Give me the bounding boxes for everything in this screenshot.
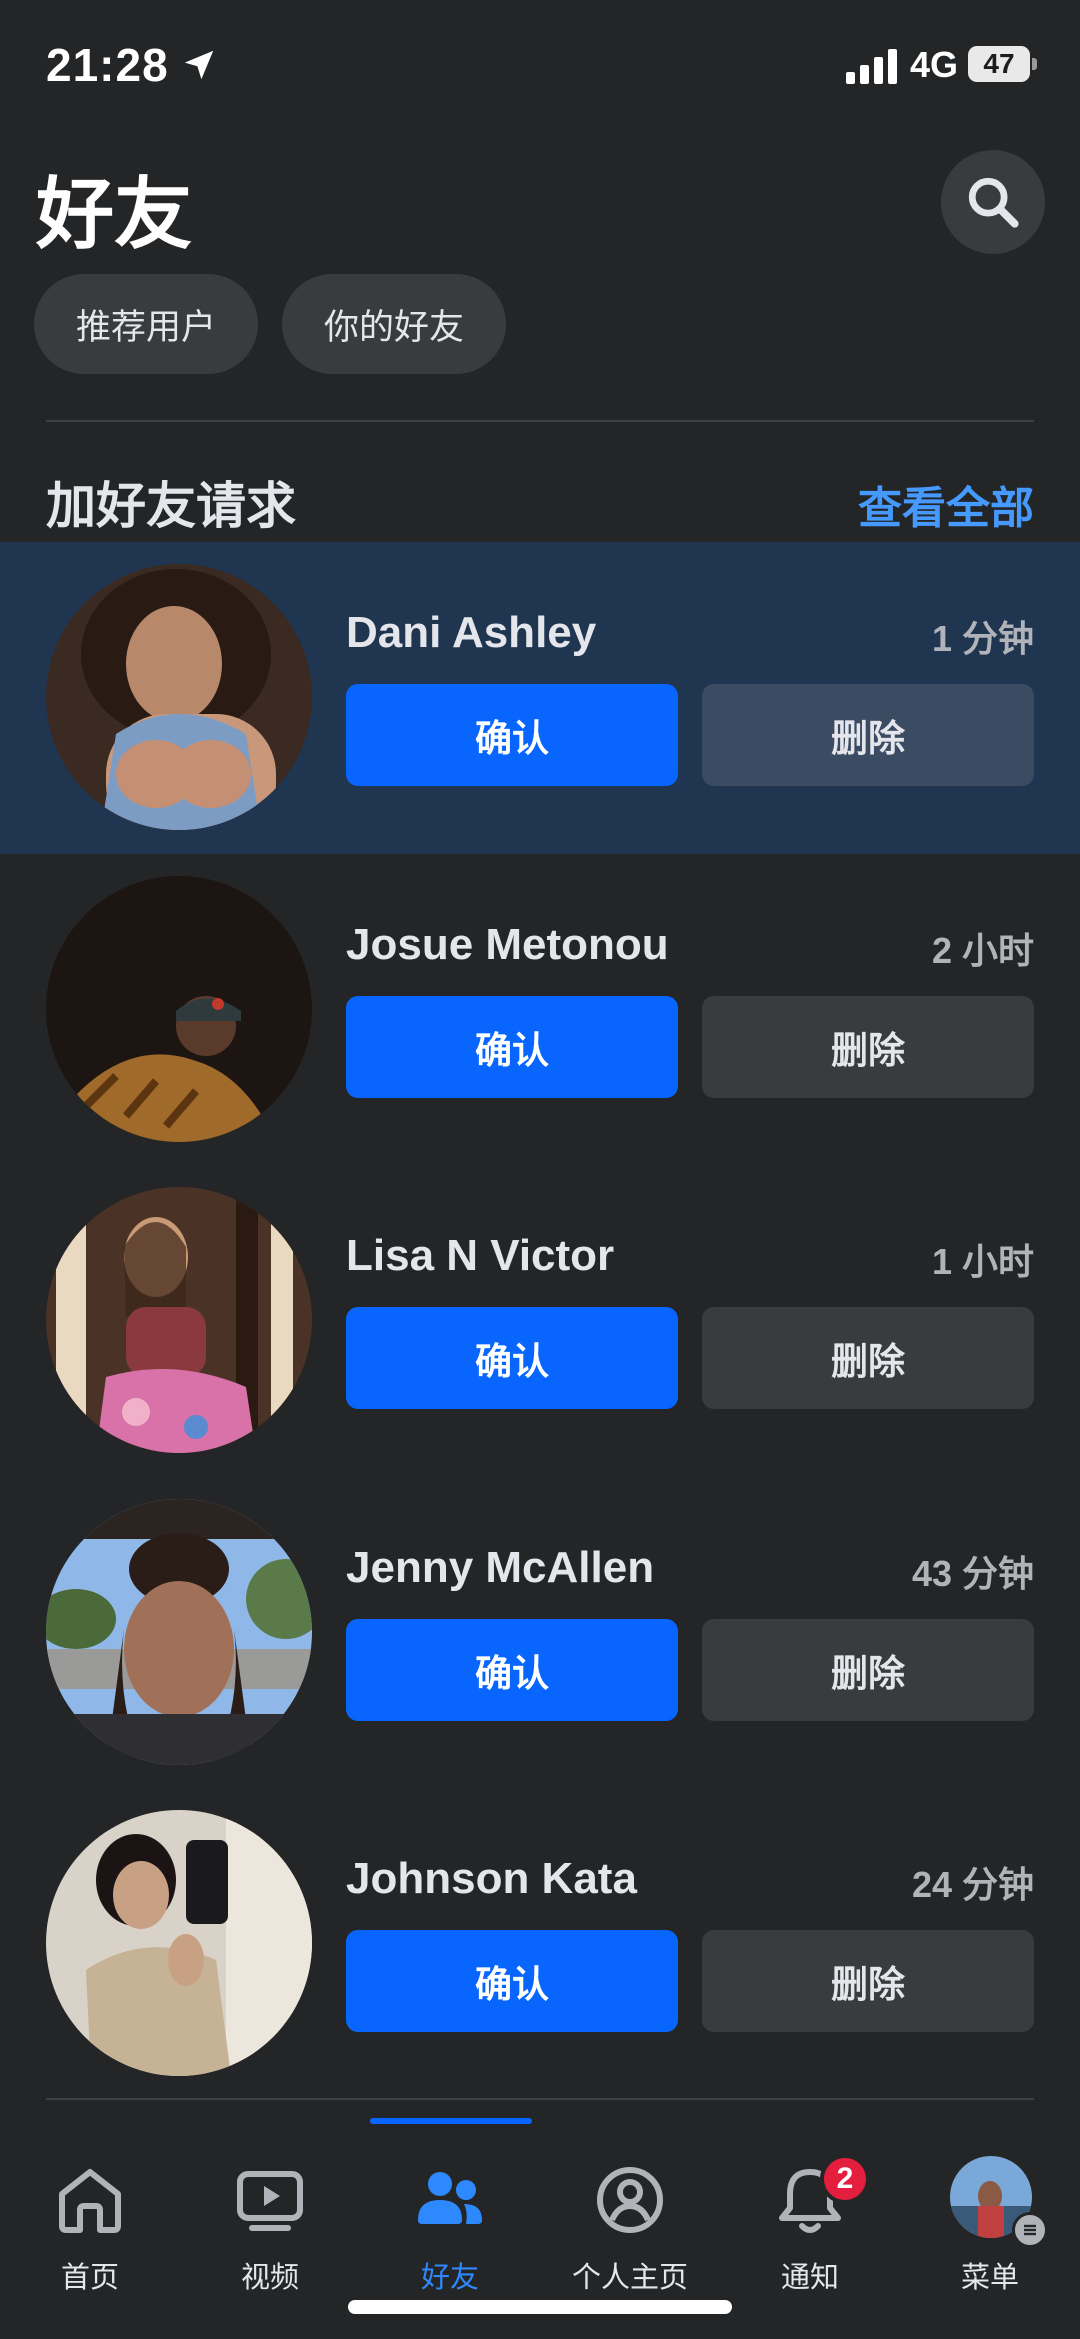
battery-icon: 47 <box>968 46 1037 82</box>
friends-page: 21:28 4G 47 好友 推荐用户 你的好友 加好友请求 查看全部 Dani… <box>0 0 1080 2339</box>
requester-name[interactable]: Jenny McAllen <box>346 1543 654 1593</box>
delete-button[interactable]: 删除 <box>702 1930 1034 2032</box>
request-time: 1 分钟 <box>931 618 1034 659</box>
friend-request-row: Josue Metonou 2 小时 确认 删除 <box>0 854 1080 1166</box>
your-friends-chip[interactable]: 你的好友 <box>282 274 506 374</box>
tab-label: 视频 <box>240 2262 299 2294</box>
notification-badge: 2 <box>820 2154 870 2204</box>
tab-video[interactable]: 视频 <box>180 2142 360 2294</box>
delete-button[interactable]: 删除 <box>702 996 1034 1098</box>
requester-name[interactable]: Johnson Kata <box>346 1854 637 1904</box>
tab-label: 首页 <box>60 2262 119 2294</box>
avatar[interactable] <box>46 564 312 830</box>
tab-menu[interactable]: 菜单 <box>900 2142 1080 2294</box>
friend-request-row: Dani Ashley 1 分钟 确认 删除 <box>0 542 1080 854</box>
friend-request-row: Jenny McAllen 43 分钟 确认 删除 <box>0 1477 1080 1789</box>
page-title: 好友 <box>36 170 193 258</box>
cellular-signal-icon <box>846 49 897 84</box>
video-icon <box>237 2171 303 2231</box>
delete-button[interactable]: 删除 <box>702 684 1034 786</box>
friend-request-row: Lisa N Victor 1 小时 确认 删除 <box>0 1165 1080 1477</box>
search-button[interactable] <box>941 150 1045 254</box>
request-time: 1 小时 <box>931 1241 1034 1282</box>
confirm-button[interactable]: 确认 <box>346 684 678 786</box>
friend-request-row: Johnson Kata 24 分钟 确认 删除 <box>0 1788 1080 2100</box>
tab-label: 个人主页 <box>571 2262 688 2294</box>
confirm-button[interactable]: 确认 <box>346 1619 678 1721</box>
request-time: 24 分钟 <box>911 1864 1034 1905</box>
divider <box>46 420 1034 422</box>
requester-name[interactable]: Dani Ashley <box>346 608 596 658</box>
tab-home[interactable]: 首页 <box>0 2142 180 2294</box>
network-type: 4G <box>910 44 959 85</box>
confirm-button[interactable]: 确认 <box>346 1307 678 1409</box>
status-bar: 21:28 4G 47 <box>0 0 1080 130</box>
home-icon <box>59 2169 121 2233</box>
request-time: 2 小时 <box>931 930 1034 971</box>
avatar[interactable] <box>46 1187 312 1453</box>
confirm-button[interactable]: 确认 <box>346 996 678 1098</box>
avatar[interactable] <box>46 1499 312 1765</box>
delete-button[interactable]: 删除 <box>702 1619 1034 1721</box>
tab-label: 通知 <box>780 2262 839 2294</box>
requester-name[interactable]: Josue Metonou <box>346 920 669 970</box>
delete-button[interactable]: 删除 <box>702 1307 1034 1409</box>
tab-label: 好友 <box>420 2262 479 2294</box>
tab-label: 菜单 <box>960 2262 1019 2294</box>
avatar[interactable] <box>46 1810 312 2076</box>
profile-icon <box>597 2167 663 2233</box>
tab-profile[interactable]: 个人主页 <box>540 2142 720 2294</box>
tab-notifications[interactable]: 2 通知 <box>720 2142 900 2294</box>
see-all-link[interactable]: 查看全部 <box>858 472 1034 536</box>
location-arrow-icon <box>184 50 214 80</box>
friend-requests-title: 加好友请求 <box>46 478 296 534</box>
status-time: 21:28 <box>46 39 169 91</box>
divider <box>46 2098 1034 2100</box>
confirm-button[interactable]: 确认 <box>346 1930 678 2032</box>
active-tab-indicator <box>370 2118 532 2124</box>
avatar[interactable] <box>46 876 312 1142</box>
battery-level: 47 <box>983 48 1015 79</box>
search-icon <box>968 177 1019 228</box>
requester-name[interactable]: Lisa N Victor <box>346 1231 614 1281</box>
home-indicator <box>348 2300 732 2314</box>
menu-lines-icon <box>1012 2212 1048 2248</box>
request-time: 43 分钟 <box>911 1553 1034 1594</box>
suggestions-chip[interactable]: 推荐用户 <box>34 274 258 374</box>
tab-friends[interactable]: 好友 <box>360 2142 540 2294</box>
friends-icon <box>418 2172 482 2224</box>
